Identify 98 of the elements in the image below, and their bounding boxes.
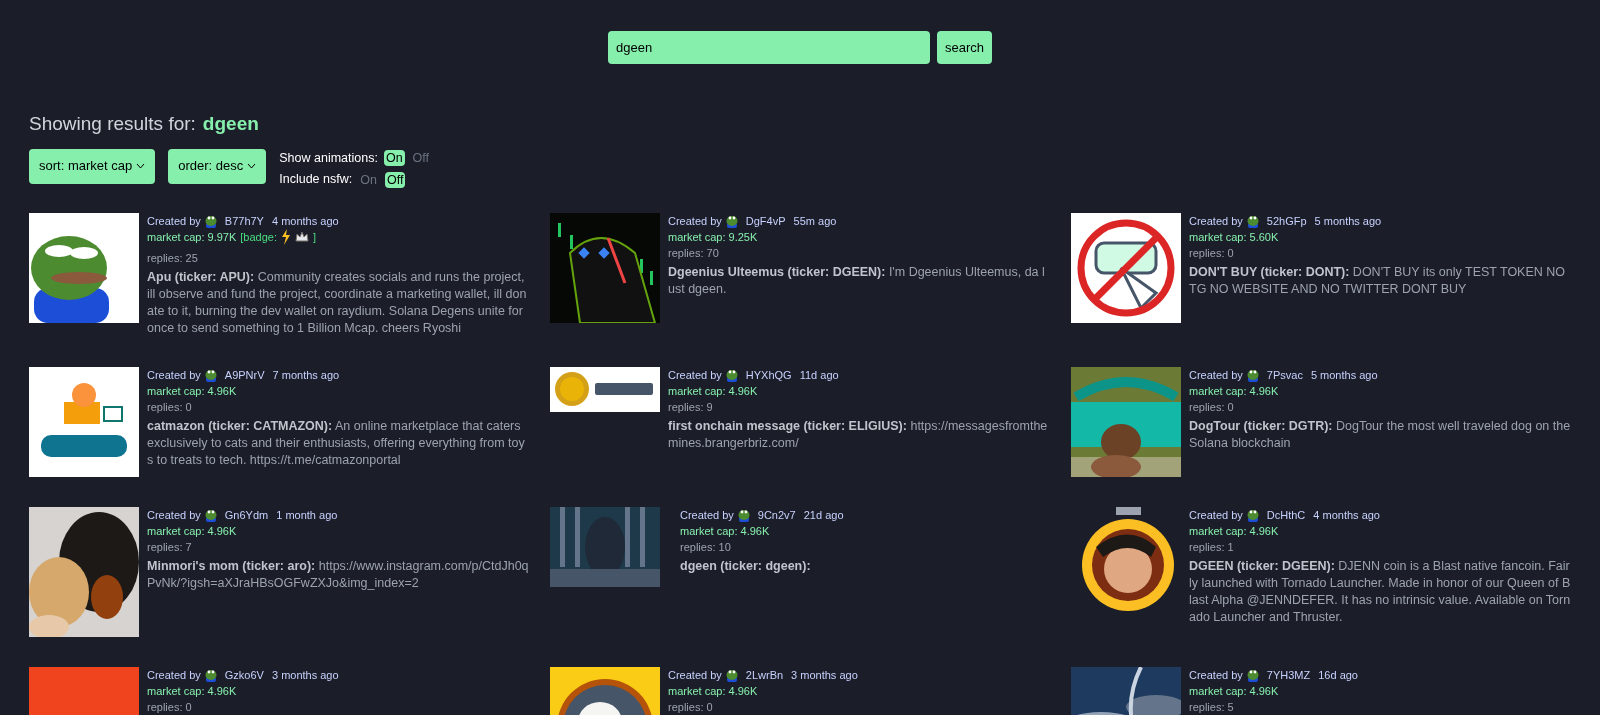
created-by-label: Created by xyxy=(680,508,734,523)
creator-link[interactable]: 7YH3MZ xyxy=(1266,667,1311,683)
toggle-label: Show animations: xyxy=(279,149,378,167)
market-cap: market cap: 4.96K xyxy=(147,684,237,699)
badge-label: [badge: xyxy=(240,230,277,245)
creator-link[interactable]: HYXhQG xyxy=(745,367,792,383)
avatar-icon xyxy=(204,214,217,228)
market-cap: market cap: 4.96K xyxy=(668,684,758,699)
avatar-icon xyxy=(1246,508,1259,522)
replies-count: replies: 0 xyxy=(1189,400,1235,415)
creator-link[interactable]: Gn6Ydm xyxy=(224,507,269,523)
created-time: 55m ago xyxy=(793,214,837,229)
coin-description: Minmori's mom (ticker: aro): https://www.instagram.com/p/CtdJh0qPvNk/?igsh=aXJraHBsOGFwZXJo&img_index=2 xyxy=(147,558,529,592)
created-by-label: Created by xyxy=(668,368,722,383)
created-by-label: Created by xyxy=(147,214,201,229)
search-field[interactable]: dgeen xyxy=(608,31,930,64)
avatar-icon xyxy=(204,668,217,682)
coin-description: DogTour (ticker: DGTR): DogTour the most well traveled dog on the Solana blockchain xyxy=(1189,418,1571,452)
creator-link[interactable]: A9PNrV xyxy=(224,367,265,383)
chevron-down-icon xyxy=(136,163,146,169)
badge-label-end: ] xyxy=(313,230,317,245)
replies-count: replies: 70 xyxy=(668,246,720,261)
created-time: 5 months ago xyxy=(1310,368,1378,383)
toggle-option[interactable]: On xyxy=(383,149,405,166)
coin-description: dgeen (ticker: dgeen): xyxy=(680,558,812,575)
toggle-option[interactable]: Off xyxy=(410,149,432,166)
search-button[interactable]: search xyxy=(937,31,992,64)
created-time: 5 months ago xyxy=(1314,214,1382,229)
replies-count: replies: 0 xyxy=(147,400,193,415)
creator-link[interactable]: 9Cn2v7 xyxy=(757,507,796,523)
avatar-icon xyxy=(725,214,738,228)
replies-count: replies: 0 xyxy=(1189,246,1235,261)
avatar-icon xyxy=(204,368,217,382)
coin-description: Apu (ticker: APU): Community creates socials and runs the project, ill observe and fund the project, coordinate a marketing wallet, ill donate to it, burning the dev wallet on raydium. Solana Degens unite for once to send something to 1 Billion Mcap. cheers Ryoshi xyxy=(147,269,528,337)
coin-description: first onchain message (ticker: ELIGIUS): https://messagesfromthemines.brangerbriz.com/ xyxy=(668,418,1049,452)
creator-link[interactable]: B77h7Y xyxy=(224,213,264,229)
avatar-icon xyxy=(725,668,738,682)
market-cap: market cap: 4.96K xyxy=(1189,684,1279,699)
creator-link[interactable]: 52hGFp xyxy=(1266,213,1307,229)
search-query: dgeen xyxy=(202,112,259,136)
replies-count: replies: 9 xyxy=(668,400,714,415)
creator-link[interactable]: DcHthC xyxy=(1266,507,1306,523)
toggle-label: Include nsfw: xyxy=(279,171,353,189)
created-time: 1 month ago xyxy=(276,508,338,523)
results-label: Showing results for: xyxy=(29,112,196,136)
created-by-label: Created by xyxy=(1189,368,1243,383)
created-by-label: Created by xyxy=(147,668,201,683)
coin-description: DON'T BUY (ticker: DONT): DON'T BUY its only TEST TOKEN NO TG NO WEBSITE AND NO TWITTER DONT BUY xyxy=(1189,264,1567,298)
replies-count: replies: 7 xyxy=(147,540,193,555)
created-by-label: Created by xyxy=(1189,214,1243,229)
market-cap: market cap: 4.96K xyxy=(147,524,237,539)
created-by-label: Created by xyxy=(1189,668,1243,683)
created-by-label: Created by xyxy=(668,668,722,683)
created-time: 16d ago xyxy=(1318,668,1358,683)
created-time: 21d ago xyxy=(803,508,844,523)
creator-link[interactable]: Gzko6V xyxy=(224,667,264,683)
market-cap: market cap: 9.97K xyxy=(147,230,237,245)
sort-dropdown[interactable]: order: desc xyxy=(168,148,267,184)
replies-count: replies: 0 xyxy=(147,700,193,715)
market-cap: market cap: 4.96K xyxy=(680,524,770,539)
creator-link[interactable]: DgF4vP xyxy=(745,213,786,229)
created-by-label: Created by xyxy=(147,368,201,383)
replies-count: replies: 0 xyxy=(668,700,714,715)
market-cap: market cap: 5.60K xyxy=(1189,230,1279,245)
coin-description: Dgeenius Ulteemus (ticker: DGEEN): I'm Dgeenius Ulteemus, da lust dgeen. xyxy=(668,264,1046,298)
market-cap: market cap: 4.96K xyxy=(668,384,758,399)
toggle-option[interactable]: Off xyxy=(384,171,406,188)
replies-count: replies: 5 xyxy=(1189,700,1235,715)
lightning-icon xyxy=(281,229,291,245)
avatar-icon xyxy=(1246,668,1259,682)
coin-description: catmazon (ticker: CATMAZON): An online marketplace that caters exclusively to cats and their enthusiasts, offering everything from toys to treats to tech. https://t.me/catmazonportal xyxy=(147,418,526,469)
replies-count: replies: 1 xyxy=(1189,540,1235,555)
created-by-label: Created by xyxy=(668,214,722,229)
market-cap: market cap: 4.96K xyxy=(1189,524,1279,539)
market-cap: market cap: 4.96K xyxy=(147,384,237,399)
market-cap: market cap: 9.25K xyxy=(668,230,758,245)
market-cap: market cap: 4.96K xyxy=(1189,384,1279,399)
creator-link[interactable]: 2LwrBn xyxy=(745,667,784,683)
chevron-down-icon xyxy=(247,163,257,169)
creator-link[interactable]: 7Psvac xyxy=(1266,367,1303,383)
replies-count: replies: 10 xyxy=(680,540,732,555)
sort-dropdown[interactable]: sort: market cap xyxy=(29,148,156,184)
created-time: 3 months ago xyxy=(271,668,339,683)
created-time: 4 months ago xyxy=(1313,508,1380,523)
avatar-icon xyxy=(737,508,750,522)
created-time: 4 months ago xyxy=(271,214,339,229)
coin-description: DGEEN (ticker: DGEEN): DJENN coin is a Blast native fancoin. Fairly launched with Tornado Launcher. Made in honor of our Queen of Blast Alpha @JENNDEFER. It has no intrinsic value. Available on Tornado Launcher and Thruster. xyxy=(1189,558,1571,626)
avatar-icon xyxy=(1246,368,1259,382)
created-time: 11d ago xyxy=(799,368,839,383)
replies-count: replies: 25 xyxy=(147,251,199,266)
created-time: 7 months ago xyxy=(272,368,340,383)
created-time: 3 months ago xyxy=(791,668,858,683)
created-by-label: Created by xyxy=(1189,508,1243,523)
avatar-icon xyxy=(1246,214,1259,228)
created-by-label: Created by xyxy=(147,508,201,523)
avatar-icon xyxy=(725,368,738,382)
avatar-icon xyxy=(204,508,217,522)
crown-icon xyxy=(295,231,309,243)
